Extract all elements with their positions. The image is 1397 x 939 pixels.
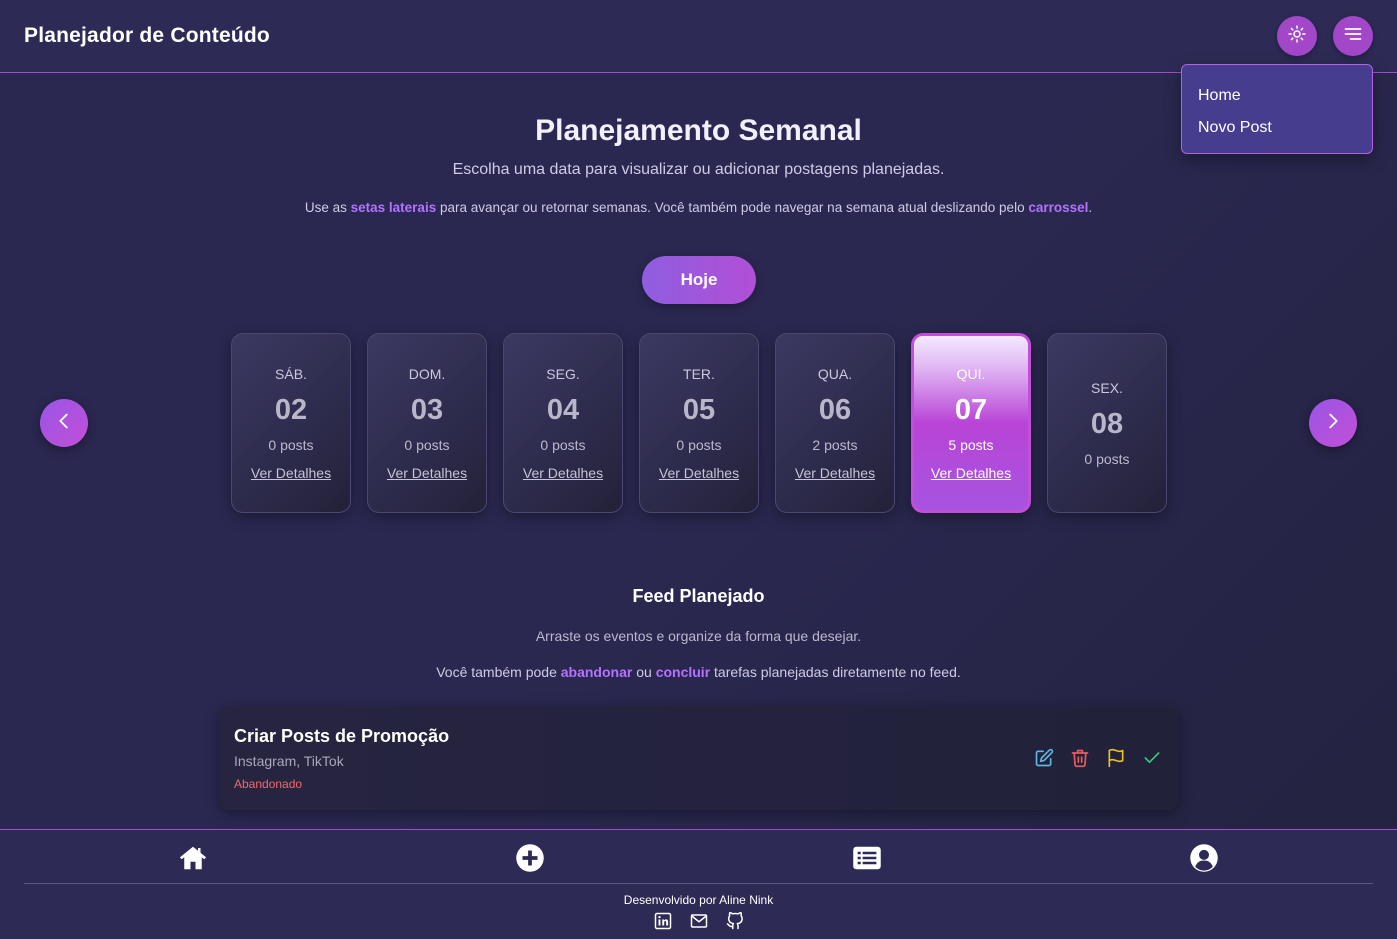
day-post-count: 2 posts (812, 437, 858, 453)
menu-button[interactable] (1333, 16, 1373, 56)
list-icon[interactable] (852, 843, 882, 873)
day-post-count: 0 posts (1084, 451, 1130, 467)
day-number: 04 (546, 394, 580, 426)
mail-icon[interactable] (690, 912, 710, 932)
day-name: QUI. (956, 366, 986, 382)
feed-title: Feed Planejado (632, 586, 765, 606)
day-number: 05 (682, 394, 716, 426)
hint-text: tarefas planejadas diretamente no feed. (710, 664, 961, 680)
day-card-sex[interactable]: SEX. 08 0 posts (1047, 333, 1167, 513)
menu-icon (1343, 24, 1363, 49)
page-title: Planejamento Semanal (535, 114, 862, 147)
sun-icon (1287, 24, 1307, 49)
hint-text: para avançar ou retornar semanas. Você t… (436, 200, 1029, 215)
day-details-link[interactable]: Ver Detalhes (232, 465, 350, 481)
feed-hint: Você também pode abandonar ou concluir t… (0, 664, 1397, 680)
feed-subtitle: Arraste os eventos e organize da forma q… (535, 628, 862, 644)
complete-post-button[interactable] (1142, 748, 1162, 768)
day-name: DOM. (408, 366, 446, 382)
day-post-count: 0 posts (404, 437, 450, 453)
abandon-post-button[interactable] (1106, 748, 1126, 768)
page-subtitle: Escolha uma data para visualizar ou adic… (452, 161, 945, 178)
hint-text: . (1088, 200, 1093, 215)
day-number: 08 (1090, 408, 1124, 440)
today-button[interactable]: Hoje (642, 256, 756, 304)
prev-week-button[interactable] (40, 399, 88, 447)
post-status: Abandonado (234, 777, 303, 791)
hint-text: Use as (304, 200, 351, 215)
day-card-dom[interactable]: DOM. 03 0 posts Ver Detalhes (367, 333, 487, 513)
post-platforms: Instagram, TikTok (234, 753, 344, 769)
day-details-link[interactable]: Ver Detalhes (776, 465, 894, 481)
day-number: 06 (818, 394, 852, 426)
day-number: 03 (410, 394, 444, 426)
check-icon (1142, 752, 1162, 772)
day-number: 07 (954, 394, 988, 426)
post-title: Criar Posts de Promoção (234, 726, 450, 746)
next-week-button[interactable] (1309, 399, 1357, 447)
hint-accent-carousel: carrossel (1028, 200, 1089, 215)
day-name: QUA. (817, 366, 853, 382)
day-card-seg[interactable]: SEG. 04 0 posts Ver Detalhes (503, 333, 623, 513)
home-icon[interactable] (178, 843, 208, 873)
hint-accent-abandon: abandonar (560, 664, 633, 680)
day-post-count: 0 posts (676, 437, 722, 453)
post-card[interactable]: Criar Posts de Promoção Instagram, TikTo… (219, 706, 1179, 810)
day-name: SÁB. (275, 366, 307, 382)
day-details-link[interactable]: Ver Detalhes (504, 465, 622, 481)
day-card-qua[interactable]: QUA. 06 2 posts Ver Detalhes (775, 333, 895, 513)
day-post-count: 5 posts (948, 437, 994, 453)
day-details-link[interactable]: Ver Detalhes (368, 465, 486, 481)
hint-text: Você também pode (436, 664, 561, 680)
delete-post-button[interactable] (1070, 748, 1090, 768)
day-card-ter[interactable]: TER. 05 0 posts Ver Detalhes (639, 333, 759, 513)
day-number: 02 (274, 394, 308, 426)
bottom-navigation: Desenvolvido por Aline Nink (0, 829, 1397, 939)
plus-circle-icon[interactable] (515, 843, 545, 873)
day-name: SEX. (1091, 380, 1123, 396)
menu-item-home[interactable]: Home (1198, 85, 1356, 117)
edit-post-button[interactable] (1034, 748, 1054, 768)
day-card-qui-selected[interactable]: QUI. 07 5 posts Ver Detalhes (911, 333, 1031, 513)
github-icon[interactable] (726, 911, 746, 932)
hint-accent-complete: concluir (655, 664, 711, 680)
theme-toggle-button[interactable] (1277, 16, 1317, 56)
day-name: TER. (683, 366, 715, 382)
day-name: SEG. (546, 366, 580, 382)
day-card-sab[interactable]: SÁB. 02 0 posts Ver Detalhes (231, 333, 351, 513)
flag-icon (1106, 748, 1126, 772)
app-header: Planejador de Conteúdo (0, 0, 1397, 73)
user-icon[interactable] (1189, 843, 1219, 873)
day-details-link[interactable]: Ver Detalhes (914, 465, 1028, 481)
navigation-hint: Use as setas laterais para avançar ou re… (0, 200, 1397, 215)
footer-credit: Desenvolvido por Aline Nink (623, 893, 774, 907)
hint-text: ou (632, 664, 656, 680)
linkedin-icon[interactable] (654, 912, 674, 932)
chevron-right-icon (1322, 410, 1344, 437)
trash-icon (1070, 749, 1090, 772)
app-title: Planejador de Conteúdo (24, 24, 270, 47)
footer-divider (24, 883, 1373, 884)
hint-accent-arrows: setas laterais (350, 200, 437, 215)
edit-icon (1034, 748, 1054, 772)
chevron-left-icon (53, 410, 75, 437)
day-post-count: 0 posts (540, 437, 586, 453)
day-details-link[interactable]: Ver Detalhes (640, 465, 758, 481)
day-post-count: 0 posts (268, 437, 314, 453)
